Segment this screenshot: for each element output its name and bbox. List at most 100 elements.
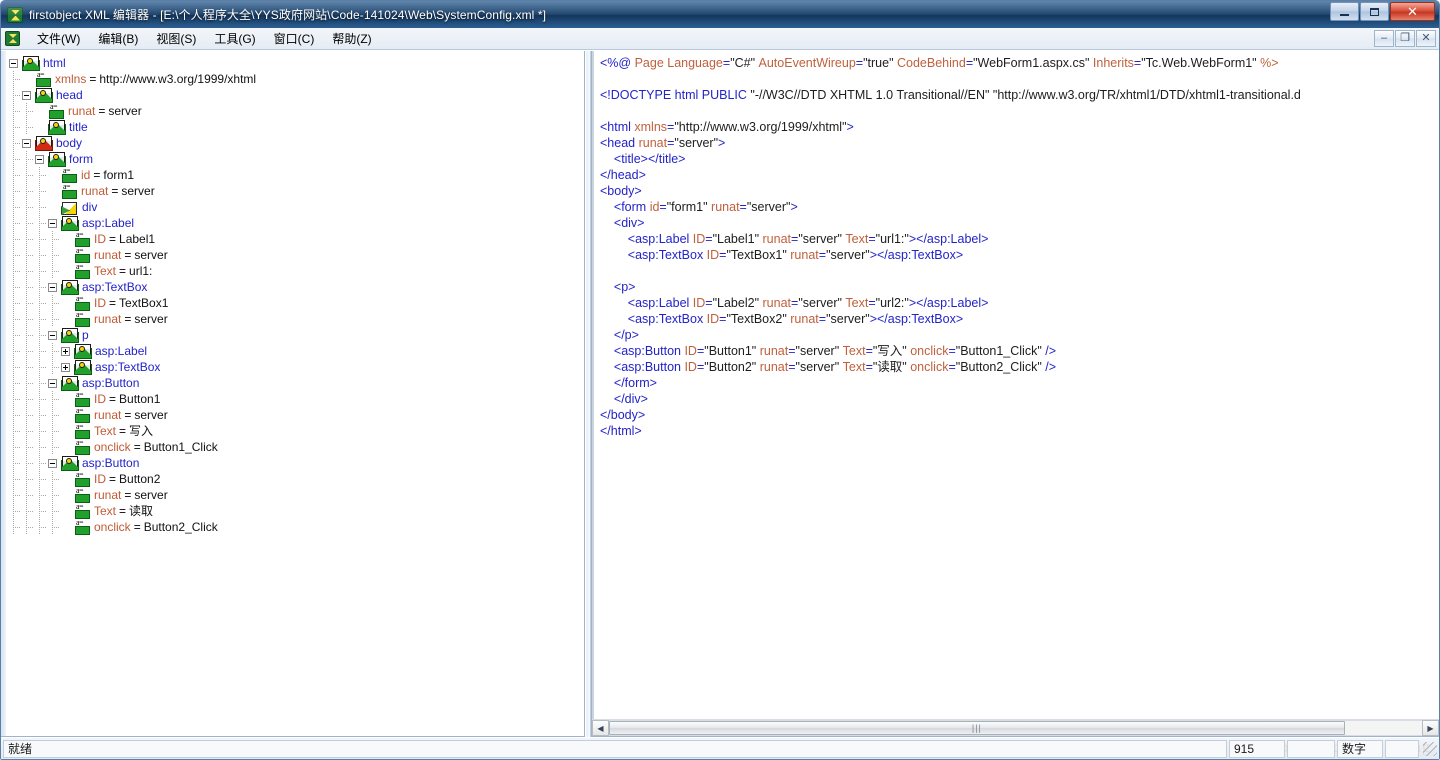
menu-item-tools[interactable]: 工具(G): [205, 28, 264, 49]
collapse-node-icon[interactable]: [22, 138, 31, 148]
mdi-window-controls: – ❐ ✕: [1374, 30, 1436, 47]
tree-node-label: runat = server: [94, 408, 168, 422]
xml-element-icon: [48, 152, 66, 167]
tree-node[interactable]: xmlns=http://www.w3.org/1999/xhtml: [9, 70, 584, 87]
tree-node[interactable]: head: [9, 87, 584, 103]
tree-node-label: div: [82, 200, 98, 214]
tree-indent-guide: [9, 423, 22, 439]
tree-node[interactable]: ID=Label1: [9, 230, 584, 247]
tree-node[interactable]: html: [9, 55, 584, 71]
tree-indent-guide: [22, 119, 35, 135]
tree-node[interactable]: onclick=Button1_Click: [9, 438, 584, 455]
tree-node[interactable]: ID=Button2: [9, 470, 584, 487]
menu-item-edit[interactable]: 编辑(B): [89, 28, 147, 49]
tree-node[interactable]: asp:Button: [9, 455, 584, 471]
tree-node[interactable]: ID=Button1: [9, 390, 584, 407]
xml-element-icon: [61, 216, 79, 231]
source-code-line: <form id="form1" runat="server">: [613, 200, 798, 214]
xml-element-icon: [61, 456, 79, 471]
tree-indent-guide: [22, 423, 35, 439]
tree-indent-guide: [22, 311, 35, 327]
tree-node[interactable]: Text=url1:: [9, 262, 584, 279]
source-code-line: <title></title>: [613, 152, 686, 166]
menu-item-window[interactable]: 窗口(C): [265, 28, 324, 49]
scroll-left-arrow-icon[interactable]: ◀: [592, 720, 609, 736]
mdi-restore-button[interactable]: ❐: [1395, 30, 1415, 47]
resize-grip-icon[interactable]: [1423, 741, 1437, 756]
collapse-node-icon[interactable]: [35, 154, 44, 164]
tree-indent-guide: [35, 423, 48, 439]
xml-attribute-icon: [35, 70, 51, 87]
tree-node[interactable]: runat=server: [9, 486, 584, 503]
tree-node[interactable]: runat=server: [9, 246, 584, 263]
xml-source-panel[interactable]: <%@ Page Language="C#" AutoEventWireup="…: [591, 51, 1439, 737]
tree-node[interactable]: onclick=Button2_Click: [9, 518, 584, 535]
menu-bar: 文件(W) 编辑(B) 视图(S) 工具(G) 窗口(C) 帮助(Z) – ❐ …: [1, 28, 1439, 50]
tree-indent-guide: [22, 327, 35, 343]
collapse-node-icon[interactable]: [22, 90, 31, 100]
tree-node[interactable]: div: [9, 199, 584, 215]
tree-indent-guide: [9, 183, 22, 199]
scrollbar-track[interactable]: |||: [609, 720, 1422, 736]
xml-attribute-icon: [48, 102, 64, 119]
collapse-node-icon[interactable]: [48, 458, 57, 468]
tree-node[interactable]: runat=server: [9, 310, 584, 327]
window-title: firstobject XML 编辑器 - [E:\个人程序大全\YYS政府网站…: [29, 8, 547, 22]
tree-indent-guide: [22, 407, 35, 423]
tree-node[interactable]: runat=server: [9, 102, 584, 119]
close-button[interactable]: ✕: [1390, 2, 1435, 21]
source-horizontal-scrollbar[interactable]: ◀ ||| ▶: [592, 719, 1439, 736]
menu-item-help[interactable]: 帮助(Z): [323, 28, 380, 49]
maximize-button[interactable]: [1360, 2, 1389, 21]
scroll-right-arrow-icon[interactable]: ▶: [1422, 720, 1439, 736]
xml-source-text[interactable]: <%@ Page Language="C#" AutoEventWireup="…: [592, 51, 1439, 719]
client-area: html xmlns=http://www.w3.org/1999/xhtml he…: [1, 50, 1439, 737]
tree-indent-guide: [35, 407, 48, 423]
minimize-button[interactable]: [1330, 2, 1359, 21]
tree-node[interactable]: asp:TextBox: [9, 279, 584, 295]
tree-node[interactable]: asp:TextBox: [9, 359, 584, 375]
collapse-node-icon[interactable]: [48, 330, 57, 340]
xml-element-icon: [35, 88, 53, 103]
tree-node[interactable]: Text=读取: [9, 502, 584, 519]
tree-node-label: ID = Button1: [94, 392, 161, 406]
menu-item-view[interactable]: 视图(S): [147, 28, 205, 49]
tree-node[interactable]: p: [9, 327, 584, 343]
expand-node-icon[interactable]: [61, 362, 70, 372]
tree-node-label: Text = 写入: [94, 424, 154, 438]
tree-node[interactable]: asp:Label: [9, 215, 584, 231]
xml-tree-panel[interactable]: html xmlns=http://www.w3.org/1999/xhtml he…: [1, 51, 585, 737]
tree-node[interactable]: id=form1: [9, 166, 584, 183]
mdi-minimize-button[interactable]: –: [1374, 30, 1394, 47]
collapse-node-icon[interactable]: [48, 378, 57, 388]
scrollbar-thumb[interactable]: |||: [609, 721, 1345, 735]
tree-node[interactable]: asp:Button: [9, 375, 584, 391]
tree-node[interactable]: asp:Label: [9, 343, 584, 359]
tree-indent-guide: [48, 343, 61, 359]
tree-node[interactable]: runat=server: [9, 406, 584, 423]
tree-node[interactable]: body: [9, 135, 584, 151]
tree-indent-guide: [48, 231, 61, 247]
tree-indent-guide: [22, 375, 35, 391]
tree-node[interactable]: runat=server: [9, 182, 584, 199]
menu-item-file[interactable]: 文件(W): [28, 28, 89, 49]
tree-node[interactable]: title: [9, 119, 584, 135]
xml-element-icon: [61, 328, 79, 343]
tree-node-label: asp:Label: [95, 344, 148, 358]
tree-node[interactable]: ID=TextBox1: [9, 294, 584, 311]
tree-node[interactable]: form: [9, 151, 584, 167]
tree-indent-guide: [35, 311, 48, 327]
tree-indent-guide: [22, 279, 35, 295]
tree-node-label: title: [69, 120, 88, 134]
collapse-node-icon[interactable]: [48, 282, 57, 292]
expand-node-icon[interactable]: [61, 346, 70, 356]
status-message: 就绪: [3, 739, 1227, 758]
tree-indent-guide: [48, 503, 61, 519]
tree-indent-guide: [22, 103, 35, 119]
collapse-node-icon[interactable]: [48, 218, 57, 228]
tree-indent-guide: [9, 215, 22, 231]
mdi-close-button[interactable]: ✕: [1416, 30, 1436, 47]
collapse-node-icon[interactable]: [9, 58, 18, 68]
tree-node[interactable]: Text=写入: [9, 422, 584, 439]
xml-attribute-icon: [61, 166, 77, 183]
